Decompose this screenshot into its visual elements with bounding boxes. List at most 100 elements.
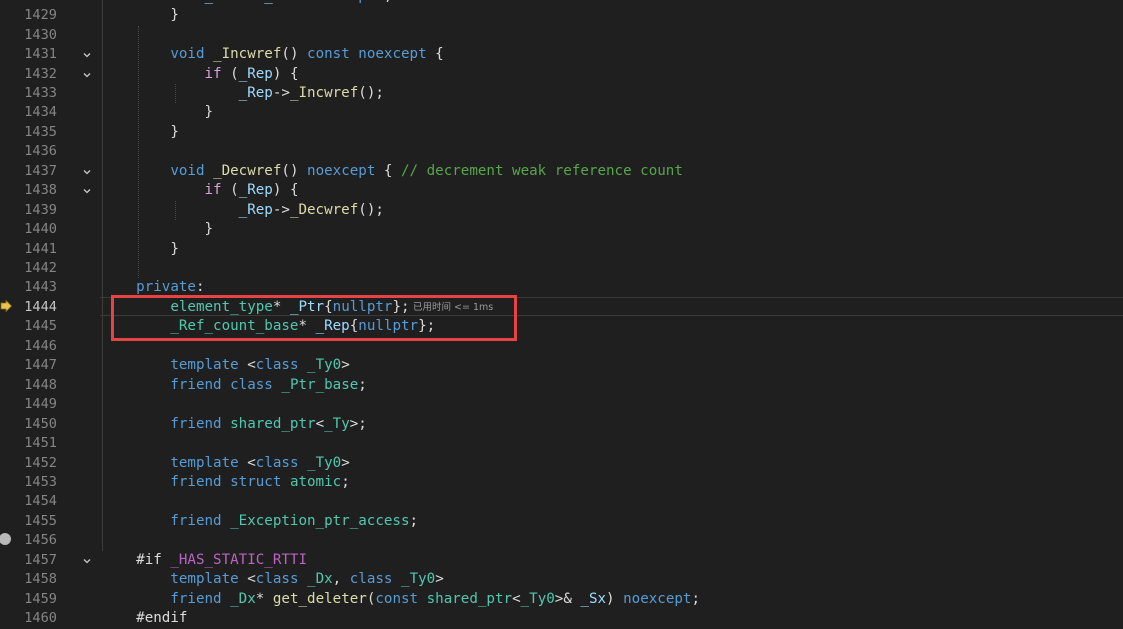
code-token: template (170, 454, 239, 471)
chevron-down-icon[interactable] (80, 65, 94, 84)
code-token: class (349, 571, 393, 588)
code-token: = (298, 0, 324, 4)
code-text[interactable]: } (102, 240, 179, 259)
code-token: } (102, 240, 179, 257)
code-token: _Ty0 (307, 454, 342, 471)
line-number: 1441 (24, 240, 57, 257)
code-line[interactable]: 1458 template <class _Dx, class _Ty0> (0, 570, 1123, 589)
code-text[interactable]: #if _HAS_STATIC_RTTI (102, 551, 307, 570)
code-token: < (238, 454, 256, 471)
line-number: 1450 (24, 415, 57, 432)
code-token: _Exception_ptr_access (230, 512, 410, 529)
chevron-down-icon[interactable] (80, 45, 94, 64)
code-line[interactable]: 1450 friend shared_ptr<_Ty>; (0, 415, 1123, 434)
code-token: noexcept (358, 46, 427, 63)
code-line[interactable]: 1459 friend _Dx* get_deleter(const share… (0, 590, 1123, 609)
code-text[interactable]: template <class _Dx, class _Ty0> (102, 570, 443, 589)
code-token: -> (272, 84, 290, 101)
code-line[interactable]: 1437 void _Decwref() noexcept { // decre… (0, 162, 1123, 181)
code-line[interactable]: 1441 } (0, 240, 1123, 259)
code-text[interactable]: template <class _Ty0> (102, 356, 349, 375)
code-token: _Ptr (264, 0, 298, 4)
code-line[interactable]: 1451 (0, 434, 1123, 453)
code-text[interactable]: } (102, 103, 213, 122)
code-text[interactable]: _Rep->_Decwref(); (102, 201, 384, 220)
code-line[interactable]: 1435 } (0, 123, 1123, 142)
code-line[interactable]: 1452 template <class _Ty0> (0, 454, 1123, 473)
code-line[interactable]: 1434 } (0, 103, 1123, 122)
code-token: } (102, 221, 214, 238)
code-line[interactable]: 1449 (0, 395, 1123, 414)
code-line[interactable]: 1456 (0, 531, 1123, 550)
code-editor[interactable]: 1428 _Other._Ptr = nullptr;1429 }1430143… (0, 0, 1123, 626)
code-text[interactable]: _Rep->_Incwref(); (102, 84, 384, 103)
code-token: template (170, 357, 239, 374)
code-line[interactable]: 1460 #endif (0, 609, 1123, 628)
code-token: class (255, 571, 299, 588)
code-token: shared_ptr (426, 590, 513, 607)
code-token: ) { (272, 65, 299, 82)
code-text[interactable]: if (_Rep) { (102, 65, 299, 84)
code-text[interactable]: friend struct atomic; (102, 473, 349, 492)
code-token: private (136, 279, 196, 296)
code-text[interactable]: if (_Rep) { (102, 181, 299, 200)
code-text[interactable]: void _Incwref() const noexcept { (102, 45, 443, 64)
code-token: >& (554, 590, 581, 607)
code-line[interactable]: 1431 void _Incwref() const noexcept { (0, 45, 1123, 64)
code-token: { (375, 162, 401, 179)
code-token: struct (230, 473, 282, 490)
code-text[interactable]: friend _Exception_ptr_access; (102, 512, 418, 531)
code-token: < (315, 415, 325, 432)
code-line[interactable]: 1432 if (_Rep) { (0, 65, 1123, 84)
code-text[interactable]: void _Decwref() noexcept { // decrement … (102, 162, 683, 181)
execution-arrow-icon[interactable] (0, 300, 12, 312)
line-number: 1458 (24, 571, 57, 588)
code-line[interactable]: 1448 friend class _Ptr_base; (0, 376, 1123, 395)
code-line[interactable]: 1442 (0, 259, 1123, 278)
line-number: 1447 (24, 357, 57, 374)
code-token: , (332, 571, 350, 588)
code-text[interactable]: friend shared_ptr<_Ty>; (102, 415, 366, 434)
code-line[interactable]: 1436 (0, 142, 1123, 161)
line-number: 1452 (24, 454, 57, 471)
code-text[interactable]: friend _Dx* get_deleter(const shared_ptr… (102, 590, 700, 609)
code-text[interactable]: } (102, 220, 213, 239)
code-line[interactable]: 1433 _Rep->_Incwref(); (0, 84, 1123, 103)
code-line[interactable]: 1429 } (0, 6, 1123, 25)
code-text[interactable]: } (102, 123, 179, 142)
code-line[interactable]: 1457 #if _HAS_STATIC_RTTI (0, 551, 1123, 570)
code-line[interactable]: 1440 } (0, 220, 1123, 239)
chevron-down-icon[interactable] (80, 162, 94, 181)
code-line[interactable]: 1430 (0, 26, 1123, 45)
code-token: } (102, 7, 179, 24)
code-line[interactable]: 1447 template <class _Ty0> (0, 356, 1123, 375)
line-number: 1444 (24, 298, 57, 315)
code-token: () (281, 46, 308, 63)
code-line[interactable]: 1439 _Rep->_Decwref(); (0, 201, 1123, 220)
code-line[interactable]: 1453 friend struct atomic; (0, 473, 1123, 492)
code-text[interactable]: } (102, 6, 179, 25)
chevron-down-icon[interactable] (80, 551, 94, 570)
line-number: 1443 (24, 279, 57, 296)
code-text[interactable]: template <class _Ty0> (102, 454, 349, 473)
chevron-down-icon[interactable] (80, 181, 94, 200)
code-token: ; (358, 376, 367, 393)
code-token: #endif (136, 610, 188, 627)
line-number: 1432 (24, 65, 57, 82)
code-line[interactable]: 1438 if (_Rep) { (0, 181, 1123, 200)
code-line[interactable]: 1454 (0, 492, 1123, 511)
code-line[interactable]: 1455 friend _Exception_ptr_access; (0, 512, 1123, 531)
code-text[interactable]: #endif (102, 609, 187, 628)
code-token: } (102, 104, 214, 121)
code-token: (); (358, 84, 384, 101)
code-text[interactable]: friend class _Ptr_base; (102, 376, 367, 395)
